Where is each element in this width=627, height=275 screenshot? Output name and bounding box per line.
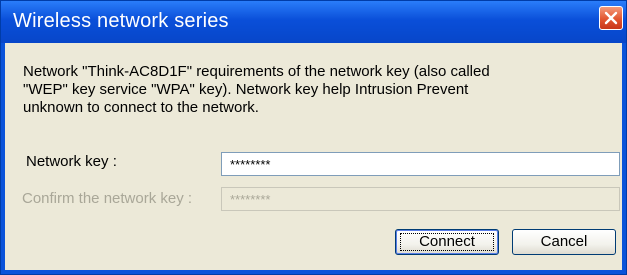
network-key-message: Network "Think-AC8D1F" requirements of t…	[23, 63, 490, 116]
close-button[interactable]	[599, 6, 623, 30]
window-title: Wireless network series	[13, 10, 229, 32]
dialog-window: Wireless network series Network "Think-A…	[0, 0, 627, 275]
focus-indicator	[400, 233, 494, 251]
confirm-network-key-input[interactable]: ********	[221, 187, 620, 211]
dialog-body: Network "Think-AC8D1F" requirements of t…	[1, 43, 626, 274]
title-bar[interactable]: Wireless network series	[1, 1, 626, 43]
network-key-input[interactable]: ********	[221, 152, 620, 176]
network-key-label: Network key :	[26, 153, 117, 170]
close-icon	[604, 11, 618, 25]
cancel-button-label: Cancel	[540, 233, 588, 250]
connect-button[interactable]: Connect	[395, 229, 499, 255]
confirm-network-key-label: Confirm the network key :	[22, 190, 193, 207]
cancel-button[interactable]: Cancel	[512, 229, 616, 255]
